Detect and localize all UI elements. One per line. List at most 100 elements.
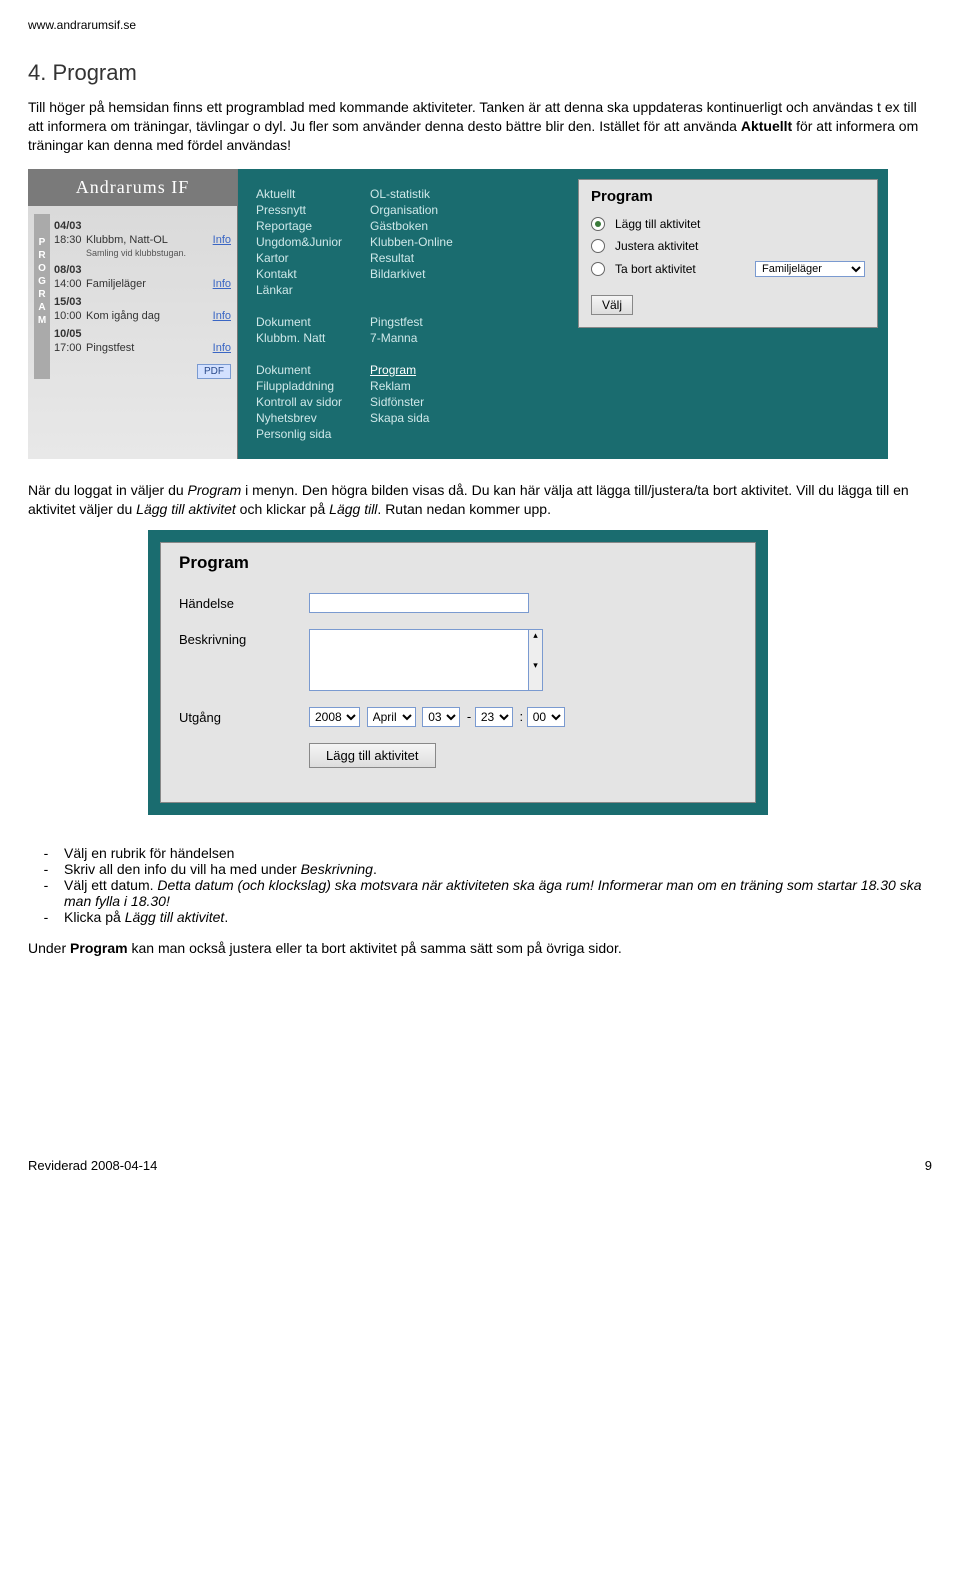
radio-icon[interactable] — [591, 262, 605, 276]
valj-button[interactable]: Välj — [591, 295, 633, 315]
sidebar-program-widget: Andrarums IF PROGRAM 04/03 18:30 Klubbm,… — [28, 169, 238, 459]
menu-link[interactable]: Filuppladdning — [256, 379, 342, 393]
menu-link[interactable]: Bildarkivet — [370, 267, 453, 281]
italic-program: Program — [188, 482, 242, 498]
row-utgang: Utgång 2008 April 03 - 23 : 00 — [179, 707, 737, 727]
italic-lagg-till-aktivitet: Lägg till aktivitet — [136, 501, 236, 517]
minute-select[interactable]: 00 — [527, 707, 565, 727]
italic-lagg-till: Lägg till — [329, 501, 377, 517]
menu-link[interactable]: Reklam — [370, 379, 453, 393]
menu-link[interactable]: Reportage — [256, 219, 342, 233]
year-select[interactable]: 2008 — [309, 707, 360, 727]
menu-link[interactable]: 7-Manna — [370, 331, 453, 345]
program-row: 14:00 Familjeläger Info — [54, 278, 231, 290]
program-title: Kom igång dag — [86, 310, 213, 322]
chevron-down-icon[interactable]: ▾ — [529, 660, 542, 690]
menu-link[interactable]: Program — [370, 363, 453, 377]
option-add[interactable]: Lägg till aktivitet — [591, 217, 865, 231]
menu-link — [370, 283, 453, 297]
admin-menu: Aktuellt Pressnytt Reportage Ungdom&Junior K… — [238, 169, 568, 459]
footer-revised: Reviderad 2008-04-14 — [28, 1158, 157, 1173]
row-beskrivning: Beskrivning ▴▾ — [179, 629, 737, 691]
txt: . Rutan nedan kommer upp. — [377, 501, 551, 517]
row-submit: Lägg till aktivitet — [179, 743, 737, 768]
textarea-scroll[interactable]: ▴▾ — [529, 629, 543, 691]
page-url: www.andrarumsif.se — [28, 18, 932, 32]
menu-link[interactable]: Organisation — [370, 203, 453, 217]
program-title: Pingstfest — [86, 342, 213, 354]
program-title: Familjeläger — [86, 278, 213, 290]
menu-link — [256, 347, 342, 361]
day-select[interactable]: 03 — [422, 707, 460, 727]
form-title: Program — [179, 553, 737, 573]
menu-link — [370, 347, 453, 361]
menu-link[interactable]: Aktuellt — [256, 187, 342, 201]
handelse-input[interactable] — [309, 593, 529, 613]
label-handelse: Händelse — [179, 593, 309, 611]
brand-title: Andrarums IF — [28, 169, 237, 206]
menu-link[interactable]: Personlig sida — [256, 427, 342, 441]
dash-icon: - — [28, 877, 64, 909]
program-title: Klubbm, Natt-OL — [86, 234, 213, 246]
month-select[interactable]: April — [367, 707, 416, 727]
hour-select[interactable]: 23 — [475, 707, 513, 727]
dash-icon: - — [28, 861, 64, 877]
panel-title: Program — [591, 188, 865, 205]
bold-program: Program — [70, 940, 128, 956]
program-list: 04/03 18:30 Klubbm, Natt-OL Info Samling… — [54, 214, 231, 379]
option-label: Justera aktivitet — [615, 239, 698, 253]
menu-link[interactable]: Kartor — [256, 251, 342, 265]
page-footer: Reviderad 2008-04-14 9 — [28, 1158, 932, 1173]
row-handelse: Händelse — [179, 593, 737, 613]
menu-link[interactable]: Klubbm. Natt — [256, 331, 342, 345]
menu-link[interactable]: Pingstfest — [370, 315, 453, 329]
txt: Under — [28, 940, 70, 956]
option-label: Lägg till aktivitet — [615, 217, 700, 231]
program-info-link[interactable]: Info — [213, 342, 231, 354]
program-row: 18:30 Klubbm, Natt-OL Info — [54, 234, 231, 246]
submit-button[interactable]: Lägg till aktivitet — [309, 743, 436, 768]
txt: När du loggat in väljer du — [28, 482, 188, 498]
program-row: 10:00 Kom igång dag Info — [54, 310, 231, 322]
chevron-up-icon[interactable]: ▴ — [529, 630, 542, 660]
menu-link[interactable]: Kontroll av sidor — [256, 395, 342, 409]
menu-link[interactable]: Sidfönster — [370, 395, 453, 409]
program-info-link[interactable]: Info — [213, 278, 231, 290]
menu-link[interactable]: Skapa sida — [370, 411, 453, 425]
program-date: 04/03 — [54, 220, 231, 232]
option-remove[interactable]: Ta bort aktivitet Familjeläger — [591, 261, 865, 277]
radio-icon[interactable] — [591, 239, 605, 253]
program-time: 18:30 — [54, 234, 86, 246]
activity-select[interactable]: Familjeläger — [755, 261, 865, 277]
footer-pagenum: 9 — [925, 1158, 932, 1173]
label-utgang: Utgång — [179, 707, 309, 725]
menu-link[interactable]: Resultat — [370, 251, 453, 265]
bullet-3: Välj ett datum. Detta datum (och klocksl… — [64, 877, 932, 909]
program-vertical-tab: PROGRAM — [34, 214, 50, 379]
menu-link[interactable]: Dokument — [256, 363, 342, 377]
bullet-2: Skriv all den info du vill ha med under … — [64, 861, 932, 877]
pdf-button[interactable]: PDF — [197, 364, 231, 379]
radio-icon[interactable] — [591, 217, 605, 231]
menu-link — [370, 299, 453, 313]
menu-link[interactable]: Ungdom&Junior — [256, 235, 342, 249]
menu-link — [256, 299, 342, 313]
menu-link[interactable]: Gästboken — [370, 219, 453, 233]
menu-link[interactable]: Kontakt — [256, 267, 342, 281]
program-info-link[interactable]: Info — [213, 234, 231, 246]
label-beskrivning: Beskrivning — [179, 629, 309, 647]
option-adjust[interactable]: Justera aktivitet — [591, 239, 865, 253]
beskrivning-textarea[interactable] — [309, 629, 529, 691]
menu-link[interactable]: Nyhetsbrev — [256, 411, 342, 425]
program-date: 10/05 — [54, 328, 231, 340]
txt: och klickar på — [236, 501, 329, 517]
program-date: 15/03 — [54, 296, 231, 308]
menu-link[interactable]: Klubben-Online — [370, 235, 453, 249]
menu-link[interactable]: Dokument — [256, 315, 342, 329]
program-time: 10:00 — [54, 310, 86, 322]
program-info-link[interactable]: Info — [213, 310, 231, 322]
program-time: 17:00 — [54, 342, 86, 354]
menu-link[interactable]: Pressnytt — [256, 203, 342, 217]
menu-link[interactable]: Länkar — [256, 283, 342, 297]
menu-link[interactable]: OL-statistik — [370, 187, 453, 201]
